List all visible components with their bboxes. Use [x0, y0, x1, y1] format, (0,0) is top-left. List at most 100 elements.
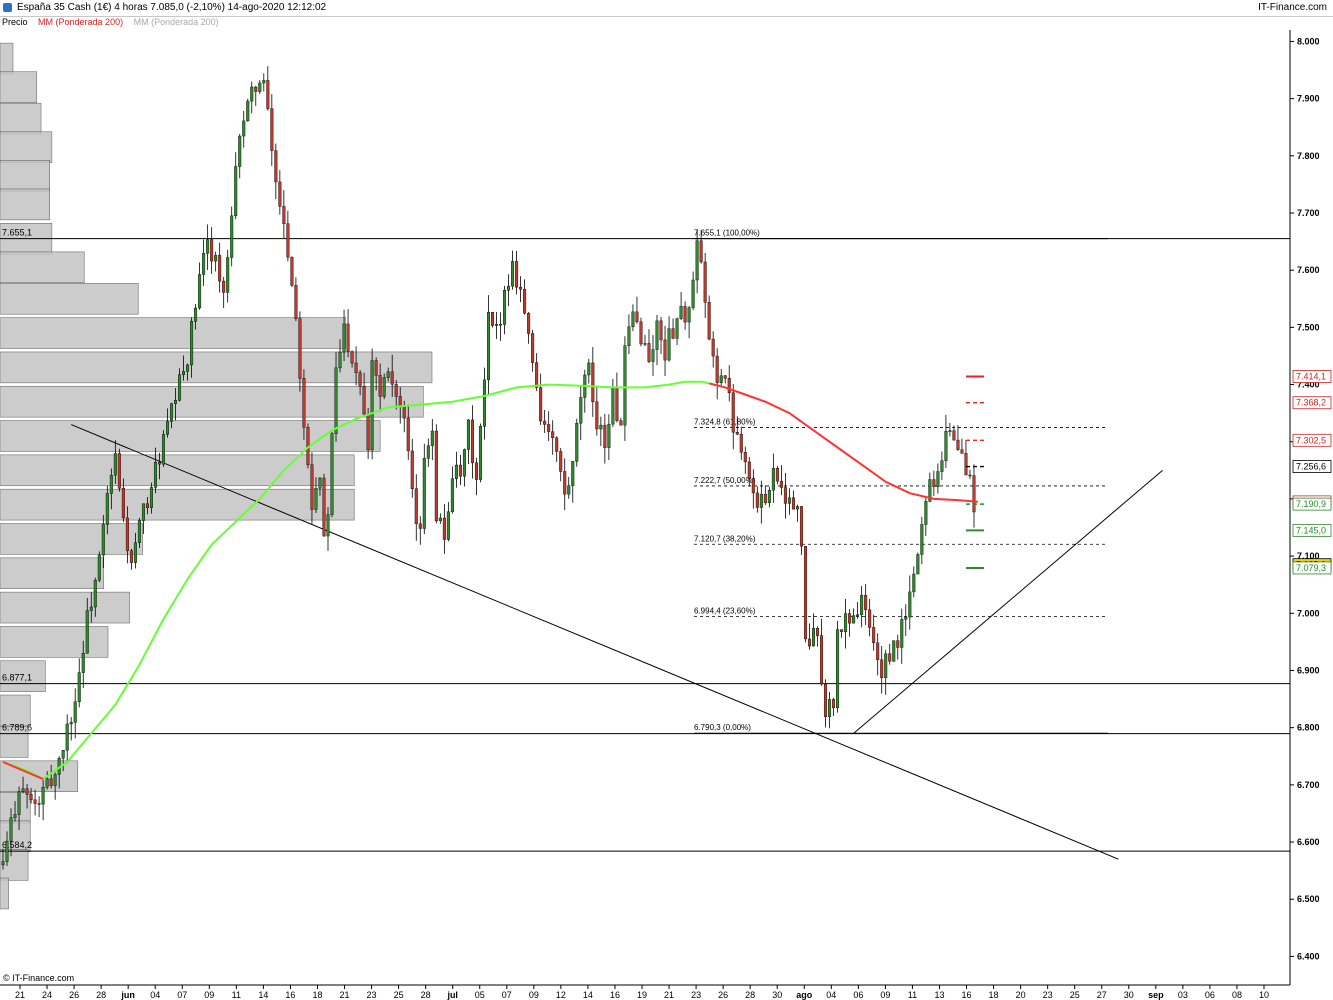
- candle-body: [390, 371, 394, 385]
- candle-body: [972, 475, 976, 513]
- candle-body: [828, 699, 832, 717]
- candle-body: [33, 799, 37, 804]
- candle-body: [37, 803, 41, 805]
- candle-body: [141, 503, 145, 521]
- candle-body: [523, 288, 527, 314]
- candle-body: [53, 774, 57, 786]
- candle-body: [302, 378, 306, 428]
- candle-body: [97, 554, 101, 581]
- candle-body: [559, 451, 563, 472]
- candle-body: [739, 434, 743, 453]
- candle-body: [920, 524, 924, 555]
- candle-body: [591, 362, 595, 402]
- candle-body: [238, 135, 242, 167]
- candle-body: [719, 375, 723, 383]
- candle-body: [968, 474, 972, 477]
- candle-body: [755, 492, 759, 508]
- x-tick-label: 04: [826, 990, 836, 1000]
- candle-body: [41, 787, 45, 805]
- fibonacci-level-label: 7.222,7 (50,00%): [694, 476, 756, 485]
- price-label: 7.190,9: [1296, 499, 1326, 509]
- y-tick-label: 6.600: [1297, 837, 1320, 847]
- x-tick-label: 06: [853, 990, 863, 1000]
- candle-body: [1, 861, 5, 866]
- candle-body: [426, 445, 430, 459]
- candle-body: [101, 524, 105, 556]
- candle-body: [579, 397, 583, 424]
- x-tick-label: 12: [556, 990, 566, 1000]
- candle-body: [631, 311, 635, 328]
- candle-body: [282, 206, 286, 224]
- candle-body: [186, 364, 190, 372]
- candle-body: [587, 362, 591, 376]
- candle-body: [551, 431, 555, 439]
- candle-body: [824, 683, 828, 717]
- candle-body: [81, 653, 85, 673]
- candle-body: [491, 311, 495, 326]
- candle-body: [848, 613, 852, 624]
- x-tick-label: 16: [610, 990, 620, 1000]
- candle-body: [478, 426, 482, 480]
- x-tick-label: 05: [475, 990, 485, 1000]
- x-tick-label: 08: [1232, 990, 1242, 1000]
- candle-body: [880, 659, 884, 679]
- candle-body: [230, 215, 234, 258]
- candle-body: [503, 289, 507, 325]
- volume-profile-bar: [0, 591, 130, 624]
- candle-body: [182, 371, 186, 375]
- candle-body: [715, 355, 719, 383]
- y-tick-label: 6.800: [1297, 723, 1320, 733]
- candle-body: [406, 417, 410, 452]
- candle-body: [555, 437, 559, 452]
- x-tick-label: 28: [421, 990, 431, 1000]
- candle-body: [298, 318, 302, 379]
- candle-body: [174, 400, 178, 404]
- volume-profile-bar: [0, 71, 38, 103]
- candle-body: [888, 653, 892, 662]
- volume-profile-bar: [0, 131, 53, 163]
- candle-body: [647, 343, 651, 362]
- x-tick-label: 16: [962, 990, 972, 1000]
- candle-body: [466, 419, 470, 450]
- candle-body: [266, 80, 270, 109]
- candle-body: [912, 573, 916, 593]
- candle-body: [49, 778, 53, 786]
- y-tick-label: 6.700: [1297, 780, 1320, 790]
- candle-body: [105, 493, 109, 525]
- candle-body: [499, 324, 503, 326]
- x-tick-label: sep: [1148, 990, 1164, 1000]
- y-tick-label: 8.000: [1297, 36, 1320, 46]
- candle-body: [206, 239, 210, 254]
- candle-body: [627, 326, 631, 346]
- candle-body: [482, 379, 486, 427]
- candle-body: [603, 425, 607, 448]
- volume-profile-bar: [0, 42, 14, 75]
- candle-body: [17, 791, 21, 815]
- candle-body: [314, 487, 318, 510]
- candle-body: [695, 240, 699, 281]
- price-chart[interactable]: 7.655,16.877,16.789,66.584,27.655,1 (100…: [0, 0, 1333, 1000]
- price-label: 7.079,3: [1296, 563, 1326, 573]
- candle-body: [948, 430, 952, 432]
- y-tick-label: 6.500: [1297, 894, 1320, 904]
- candle-body: [25, 788, 29, 795]
- candle-body: [418, 523, 422, 529]
- candle-body: [787, 497, 791, 504]
- x-tick-label: 28: [96, 990, 106, 1000]
- candle-body: [599, 425, 603, 430]
- price-label: 7.368,2: [1296, 398, 1326, 408]
- candle-body: [149, 487, 153, 508]
- candle-body: [250, 86, 254, 102]
- candle-body: [394, 384, 398, 397]
- candle-body: [944, 431, 948, 461]
- x-tick-label: 25: [1070, 990, 1080, 1000]
- candle-body: [170, 403, 174, 422]
- candle-body: [803, 545, 807, 640]
- x-tick-label: jul: [446, 990, 458, 1000]
- candle-body: [326, 514, 330, 537]
- candle-body: [210, 239, 214, 262]
- candle-body: [751, 478, 755, 494]
- candle-body: [270, 108, 274, 151]
- candle-body: [795, 506, 799, 510]
- x-tick-label: 23: [1043, 990, 1053, 1000]
